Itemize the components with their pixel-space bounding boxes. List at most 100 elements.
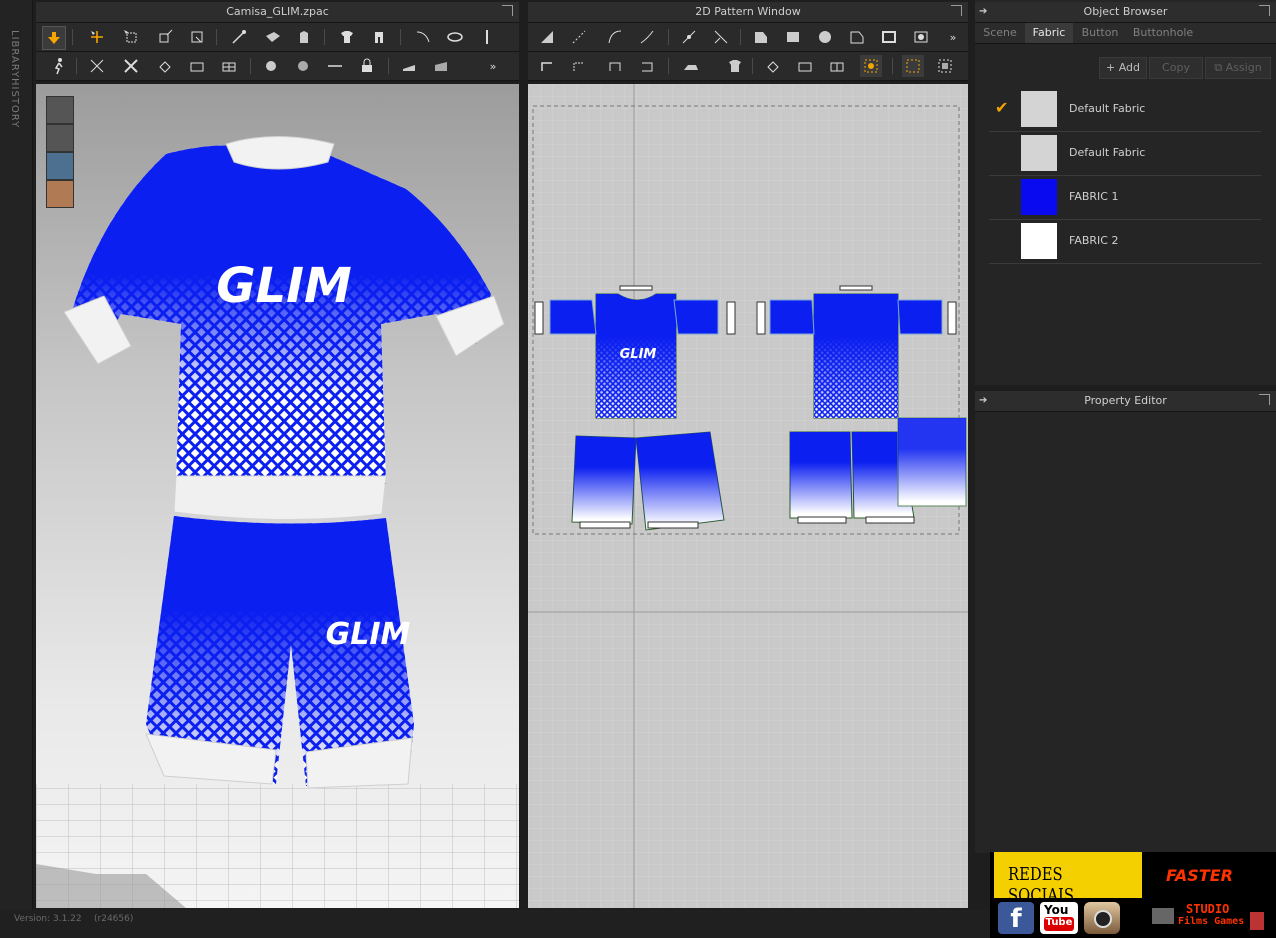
popout-icon[interactable] [1259,5,1270,16]
2d-pattern-viewport[interactable]: GLIM [528,84,968,908]
avatar-fit-icon[interactable] [368,26,390,48]
check-sewing-icon[interactable] [636,55,658,77]
pattern-check-icon[interactable] [186,55,208,77]
pattern-shorts-front[interactable] [571,431,725,531]
copy-fabric-button[interactable]: Copy [1149,57,1203,79]
tab-button[interactable]: Button [1075,23,1125,43]
film-camera-icon [1152,908,1174,924]
youtube-label-bottom: Tube [1044,917,1074,931]
segment-sewing-icon[interactable] [536,55,558,77]
pattern-canvas: GLIM [528,84,968,908]
tab-fabric[interactable]: Fabric [1025,23,1073,43]
pin-icon[interactable] [228,26,250,48]
joystick-icon [1250,912,1264,930]
arrow-right-icon[interactable]: ➔ [979,391,987,411]
youtube-icon[interactable]: You Tube [1040,902,1078,934]
texture-check-icon[interactable] [826,55,848,77]
garment-icon[interactable] [336,26,358,48]
more-tools-icon[interactable]: » [482,55,504,77]
popout-icon[interactable] [1259,394,1270,405]
library-side-tab[interactable]: LIBRARY [9,30,20,78]
add-button-label: Add [1118,61,1140,74]
add-fabric-button[interactable]: + Add [1099,57,1147,79]
show-avatar-icon[interactable] [46,124,74,152]
iron-icon[interactable] [680,55,702,77]
pattern-grid-icon[interactable] [218,55,240,77]
left-side-strip: LIBRARY HISTORY [0,0,33,910]
3d-garment-viewport[interactable]: GLIM GLIM [36,84,519,908]
pattern-layout-icon[interactable] [934,55,956,77]
line-tool-icon[interactable] [324,55,346,77]
add-point-icon[interactable] [678,26,700,48]
transform-icon[interactable] [154,26,176,48]
circle-icon[interactable] [814,26,836,48]
internal-polygon-icon[interactable] [846,26,868,48]
arrange-icon[interactable] [860,55,882,77]
fold-icon[interactable] [186,26,208,48]
view2d-panel: 2D Pattern Window » [528,2,968,81]
pleat-icon[interactable] [398,55,420,77]
button-tool-icon[interactable] [260,55,282,77]
texture-grid-icon[interactable] [794,55,816,77]
arrow-right-icon[interactable]: ➔ [979,2,987,22]
fabric-row[interactable]: FABRIC 1 [989,176,1261,220]
tack-icon[interactable] [262,26,284,48]
edit-sewing-icon[interactable] [604,55,626,77]
view2d-toolbar-1: » [528,23,968,52]
sewing-tool-icon[interactable] [86,55,108,77]
popout-icon[interactable] [502,5,513,16]
texture-view-icon[interactable] [46,152,74,180]
view3d-title: Camisa_GLIM.zpac [226,5,329,18]
fold-arrange-icon[interactable] [430,55,452,77]
shirt-sewing-icon[interactable] [724,55,746,77]
fabric-name: Default Fabric [1069,102,1146,115]
polygon-icon[interactable] [750,26,772,48]
show-garment-icon[interactable] [46,96,74,124]
select-move-icon[interactable] [86,26,108,48]
edit-curve-icon[interactable] [604,26,626,48]
fabric-name: Default Fabric [1069,146,1146,159]
lock-icon[interactable] [356,55,378,77]
select-box-icon[interactable] [120,26,142,48]
cut-icon[interactable] [710,26,732,48]
fabric-swatch [1021,91,1057,127]
tab-buttonhole[interactable]: Buttonhole [1127,23,1199,43]
instagram-icon[interactable] [1084,902,1120,934]
more-tools-icon[interactable]: » [942,26,964,48]
edit-point-icon[interactable] [568,26,590,48]
object-browser-tabs: Scene Fabric Button Buttonhole [975,23,1276,44]
tab-scene[interactable]: Scene [975,23,1025,43]
rectangle-icon[interactable] [782,26,804,48]
shorts-3d[interactable]: GLIM [145,516,414,789]
avatar-skin-icon[interactable] [46,180,74,208]
edit-texture-icon[interactable] [154,55,176,77]
simulation-icon[interactable] [42,26,66,50]
button-tool-2-icon[interactable] [292,55,314,77]
shirt-3d[interactable]: GLIM [63,136,505,521]
free-sewing-icon[interactable] [568,55,590,77]
curvature-icon[interactable] [636,26,658,48]
internal-circle-icon[interactable] [910,26,932,48]
tape-icon[interactable] [444,26,466,48]
shirt-tack-icon[interactable] [294,26,316,48]
assign-fabric-button[interactable]: ⧉ Assign [1205,57,1271,79]
3d-scene: GLIM GLIM [36,136,519,908]
fabric-name: FABRIC 1 [1069,190,1119,203]
fabric-row[interactable]: ✔ Default Fabric [989,88,1261,132]
measure-icon[interactable] [412,26,434,48]
checkmark-icon: ✔ [995,98,1009,117]
select-grid-icon[interactable] [902,55,924,77]
fabric-row[interactable]: FABRIC 2 [989,220,1261,264]
history-side-tab[interactable]: HISTORY [9,78,20,128]
facebook-icon[interactable]: f [998,902,1034,934]
popout-icon[interactable] [951,5,962,16]
shorts-logo: GLIM [326,617,411,652]
transform-pattern-icon[interactable] [536,26,558,48]
fabric-row[interactable]: Default Fabric [989,132,1261,176]
ruler-icon[interactable] [476,26,498,48]
copy-button-label: Copy [1162,61,1190,74]
texture-edit-icon[interactable] [762,55,784,77]
avatar-pose-icon[interactable] [48,55,70,77]
cross-tool-icon[interactable] [120,55,142,77]
internal-rect-icon[interactable] [878,26,900,48]
